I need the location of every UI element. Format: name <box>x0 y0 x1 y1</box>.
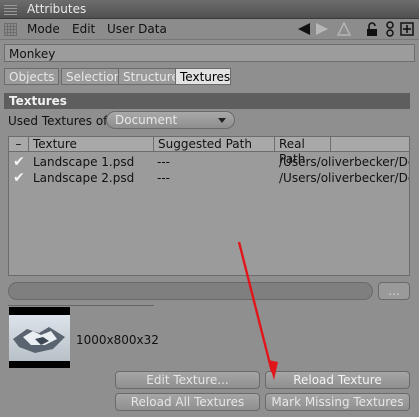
annotation-arrow <box>237 241 278 380</box>
